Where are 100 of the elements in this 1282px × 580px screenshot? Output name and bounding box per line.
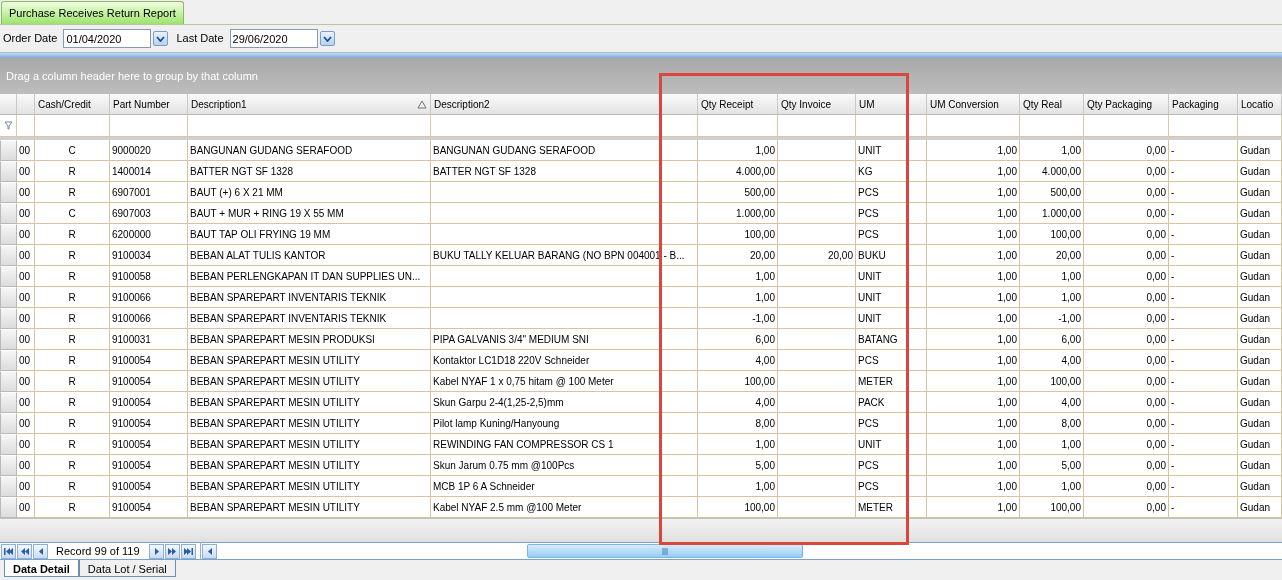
table-cell: R	[35, 308, 110, 329]
date-field[interactable]: 29/06/2020	[229, 29, 318, 48]
first-record-button[interactable]	[1, 543, 16, 559]
filter-cell[interactable]	[188, 115, 431, 137]
table-cell: 1,00	[927, 434, 1020, 455]
filter-cell[interactable]	[907, 115, 927, 137]
table-cell: R	[35, 224, 110, 245]
row-selector[interactable]	[0, 266, 17, 287]
previous-record-button[interactable]	[33, 543, 48, 559]
table-cell: 00	[17, 224, 35, 245]
row-selector[interactable]	[0, 350, 17, 371]
last-record-button[interactable]	[180, 543, 196, 559]
row-selector[interactable]	[0, 203, 17, 224]
table-cell: PCS	[856, 224, 907, 245]
table-cell: 1,00	[927, 140, 1020, 161]
filter-cell[interactable]	[1084, 115, 1169, 137]
column-header[interactable]: UM	[856, 94, 907, 115]
filter-cell[interactable]	[1238, 115, 1282, 137]
table-cell: Kabel NYAF 1 x 0,75 hitam @ 100 Meter	[431, 371, 698, 392]
table-cell: -	[1169, 434, 1238, 455]
filter-cell[interactable]	[35, 115, 110, 137]
table-cell: 00	[17, 434, 35, 455]
filter-cell[interactable]	[698, 115, 778, 137]
previous-page-button[interactable]	[17, 543, 32, 559]
date-field[interactable]: 01/04/2020	[63, 29, 152, 48]
filter-cell[interactable]	[17, 115, 35, 137]
table-cell: 5,00	[1020, 455, 1084, 476]
table-cell: 9100054	[110, 350, 188, 371]
scroll-left-button[interactable]	[201, 543, 217, 559]
row-selector[interactable]	[0, 476, 17, 497]
table-cell: 0,00	[1084, 434, 1169, 455]
row-selector[interactable]	[0, 329, 17, 350]
column-header[interactable]: Packaging	[1169, 94, 1238, 115]
table-cell: 1,00	[698, 266, 778, 287]
filter-cell[interactable]	[110, 115, 188, 137]
table-cell: 1,00	[927, 392, 1020, 413]
table-cell: 00	[17, 308, 35, 329]
table-cell: 00	[17, 476, 35, 497]
table-cell: BEBAN SPAREPART MESIN PRODUKSI	[188, 329, 431, 350]
filter-cell[interactable]	[431, 115, 698, 137]
row-selector[interactable]	[0, 413, 17, 434]
table-cell: 0,00	[1084, 245, 1169, 266]
skip-forward-icon	[182, 545, 194, 557]
column-header[interactable]: Description1	[188, 94, 431, 115]
filter-cell[interactable]	[1169, 115, 1238, 137]
row-selector[interactable]	[0, 224, 17, 245]
table-cell: BEBAN SPAREPART MESIN UTILITY	[188, 476, 431, 497]
column-header[interactable]: Qty Receipt	[698, 94, 778, 115]
table-cell: BEBAN SPAREPART MESIN UTILITY	[188, 392, 431, 413]
column-header[interactable]: Locatio	[1238, 94, 1282, 115]
table-cell: R	[35, 413, 110, 434]
column-header[interactable]: Description2	[431, 94, 698, 115]
row-selector[interactable]	[0, 371, 17, 392]
empty-cell	[907, 329, 927, 350]
column-header[interactable]: Part Number	[110, 94, 188, 115]
table-cell: 9100058	[110, 266, 188, 287]
report-tab[interactable]: Purchase Receives Return Report	[1, 1, 184, 24]
dropdown-button[interactable]	[319, 31, 335, 46]
next-record-button[interactable]	[148, 543, 164, 559]
row-selector[interactable]	[0, 434, 17, 455]
grip-icon	[661, 547, 668, 555]
table-cell: 100,00	[698, 224, 778, 245]
row-selector[interactable]	[0, 455, 17, 476]
filter-cell[interactable]	[1020, 115, 1084, 137]
column-header[interactable]: Cash/Credit	[35, 94, 110, 115]
row-selector[interactable]	[0, 308, 17, 329]
column-header[interactable]: Qty Real	[1020, 94, 1084, 115]
row-selector[interactable]	[0, 392, 17, 413]
filter-cell[interactable]	[927, 115, 1020, 137]
next-page-button[interactable]	[164, 543, 180, 559]
detail-tab[interactable]: Data Lot / Serial	[78, 560, 176, 577]
table-cell: -	[1169, 224, 1238, 245]
row-selector[interactable]	[0, 245, 17, 266]
table-cell: -	[1169, 350, 1238, 371]
scrollbar-thumb[interactable]	[526, 544, 803, 558]
row-selector[interactable]	[0, 140, 17, 161]
row-selector[interactable]	[0, 161, 17, 182]
column-header[interactable]: Qty Invoice	[778, 94, 856, 115]
table-cell: 20,00	[698, 245, 778, 266]
detail-tab[interactable]: Data Detail	[4, 560, 79, 577]
table-cell: 9100054	[110, 392, 188, 413]
table-cell: 9100066	[110, 287, 188, 308]
table-cell: -	[1169, 287, 1238, 308]
empty-cell	[907, 161, 927, 182]
table-cell: BANGUNAN GUDANG SERAFOOD	[431, 140, 698, 161]
row-selector[interactable]	[0, 287, 17, 308]
table-cell: 1,00	[698, 434, 778, 455]
table-cell: R	[35, 329, 110, 350]
dropdown-button[interactable]	[153, 31, 169, 46]
table-cell: 1,00	[698, 140, 778, 161]
table-cell: 1,00	[1020, 287, 1084, 308]
table-cell: 1,00	[927, 308, 1020, 329]
row-selector[interactable]	[0, 497, 17, 518]
table-cell: R	[35, 245, 110, 266]
table-cell: Gudan	[1238, 413, 1282, 434]
column-header[interactable]: UM Conversion	[927, 94, 1020, 115]
filter-cell[interactable]	[778, 115, 856, 137]
row-selector[interactable]	[0, 182, 17, 203]
table-cell: Gudan	[1238, 161, 1282, 182]
column-header[interactable]: Qty Packaging	[1084, 94, 1169, 115]
